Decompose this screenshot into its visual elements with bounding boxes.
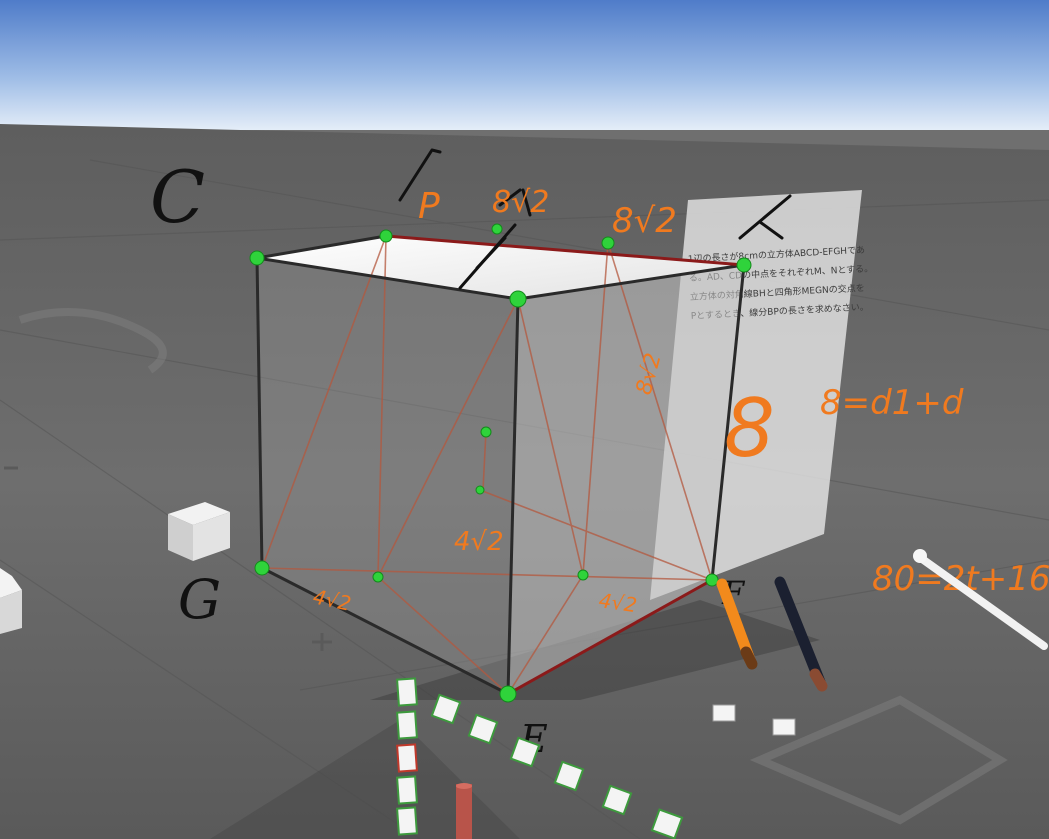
- label-top-8root2-a: 8√2: [492, 185, 549, 220]
- vertex-A[interactable]: [249, 250, 265, 266]
- label-side-8: 8: [724, 382, 775, 475]
- pen-red[interactable]: [456, 783, 472, 839]
- vertex-F[interactable]: [705, 573, 719, 587]
- sky: [0, 0, 1049, 130]
- vertex-bottom-mid-left[interactable]: [372, 571, 384, 583]
- label-equation-right: 8=d1+d: [820, 383, 964, 423]
- vertex-D[interactable]: [491, 223, 503, 235]
- label-top-P: P: [418, 186, 440, 227]
- vertex-bottom-mid-right[interactable]: [577, 569, 589, 581]
- vertex-B[interactable]: [736, 257, 752, 273]
- label-equation-far-right: 80=2t+16: [872, 559, 1049, 599]
- vertex-top-front[interactable]: [509, 290, 527, 308]
- label-top-8root2-b: 8√2: [612, 201, 677, 241]
- label-C: C: [150, 155, 205, 239]
- vertex-M[interactable]: [379, 229, 393, 243]
- vertex-E[interactable]: [499, 685, 517, 703]
- vertex-G[interactable]: [254, 560, 270, 576]
- vertex-P[interactable]: [480, 426, 492, 438]
- vr-geometry-scene: 1辺の長さが8cmの立方体ABCD-EFGHであ る。AD、CDの中点をそれぞれ…: [0, 0, 1049, 839]
- vertex-H[interactable]: [475, 485, 485, 495]
- label-G: G: [178, 568, 221, 631]
- label-face-4root2: 4√2: [454, 527, 504, 557]
